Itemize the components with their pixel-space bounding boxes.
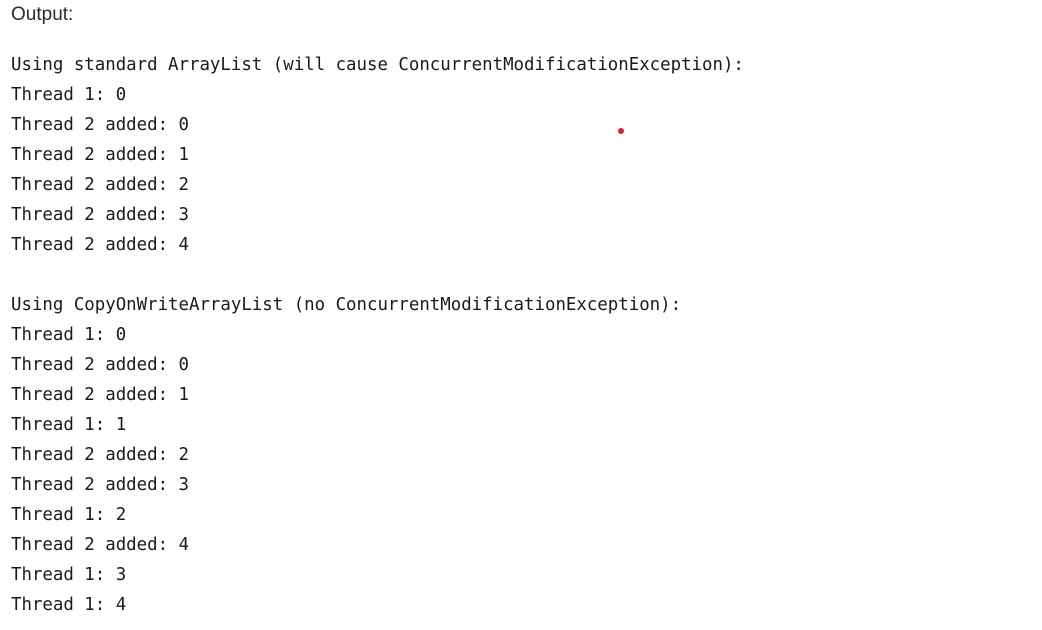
console-line: Thread 2 added: 0 <box>11 355 189 375</box>
console-line: Thread 2 added: 3 <box>11 205 189 225</box>
console-line: Thread 2 added: 1 <box>11 145 189 165</box>
console-line: Thread 2 added: 4 <box>11 235 189 255</box>
console-line: Using standard ArrayList (will cause Con… <box>11 55 744 75</box>
output-heading: Output: <box>11 4 74 25</box>
console-line: Thread 2 added: 2 <box>11 175 189 195</box>
console-line: Thread 1: 1 <box>11 415 127 435</box>
console-line: Thread 1: 3 <box>11 565 127 585</box>
console-line: Thread 2 added: 3 <box>11 475 189 495</box>
console-line: Thread 2 added: 2 <box>11 445 189 465</box>
console-line: Thread 2 added: 0 <box>11 115 189 135</box>
console-line: Thread 1: 0 <box>11 85 127 105</box>
console-line: Thread 1: 4 <box>11 595 127 615</box>
console-line: Thread 2 added: 1 <box>11 385 189 405</box>
red-dot-marker <box>618 128 624 134</box>
output-page: Output: Using standard ArrayList (will c… <box>0 0 1042 630</box>
console-output: Using standard ArrayList (will cause Con… <box>11 50 1031 620</box>
console-line: Thread 1: 2 <box>11 505 127 525</box>
console-line: Thread 1: 0 <box>11 325 127 345</box>
console-line: Using CopyOnWriteArrayList (no Concurren… <box>11 295 682 315</box>
console-line: Thread 2 added: 4 <box>11 535 189 555</box>
